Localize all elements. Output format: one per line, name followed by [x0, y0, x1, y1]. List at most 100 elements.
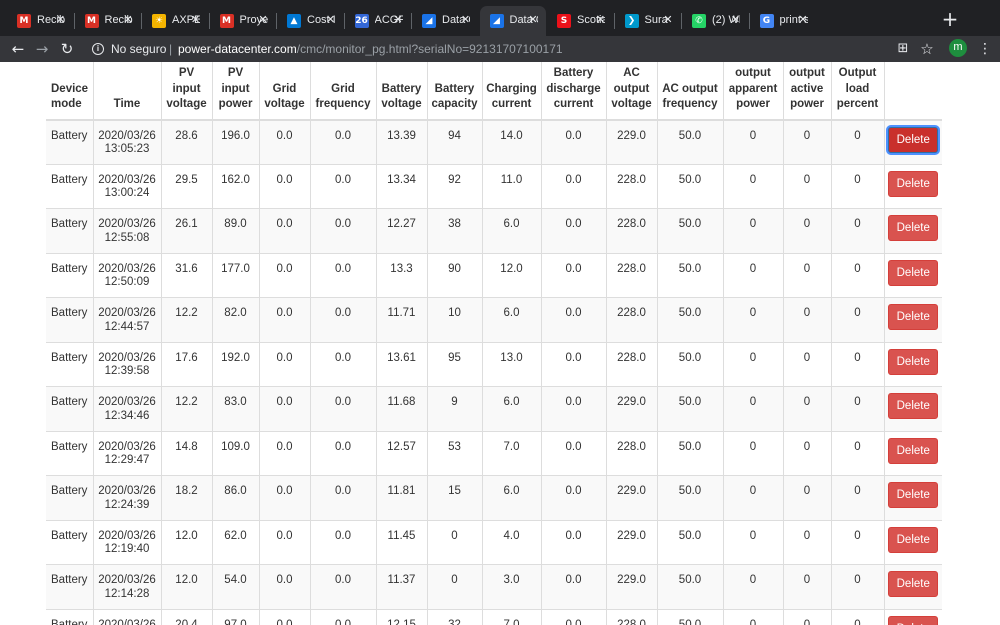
- tab-separator: [411, 13, 412, 29]
- delete-button[interactable]: Delete: [888, 126, 939, 153]
- close-icon[interactable]: ✕: [256, 13, 270, 27]
- scotia-icon: S: [557, 14, 571, 28]
- close-icon[interactable]: ✕: [729, 13, 743, 27]
- table-cell: 0.0: [258, 252, 310, 298]
- url-text[interactable]: power-datacenter.com/cmc/monitor_pg.html…: [178, 38, 563, 60]
- table-cell: 0: [830, 252, 884, 298]
- table-cell: 0: [722, 341, 783, 387]
- table-row: Battery 2020/03/26 12:39:58 17.6 192.0 0.0 0.…: [46, 341, 942, 387]
- table-cell: 0: [830, 341, 884, 387]
- table-cell: Battery: [46, 208, 93, 253]
- profile-avatar[interactable]: m: [949, 39, 967, 57]
- column-header: Charging current: [481, 62, 541, 121]
- delete-button[interactable]: Delete: [888, 393, 939, 419]
- table-cell: 2020/03/26 12:34:46: [92, 386, 161, 431]
- close-icon[interactable]: ✕: [459, 13, 473, 27]
- table-cell: 0: [782, 208, 831, 253]
- close-icon[interactable]: ✕: [661, 13, 675, 27]
- table-cell: 0: [830, 608, 884, 625]
- browser-tab[interactable]: ▲ Cost I ✕: [277, 6, 344, 36]
- table-cell: 38: [426, 208, 482, 253]
- address-bar[interactable]: i No seguro | power-datacenter.com/cmc/m…: [88, 38, 888, 60]
- browser-tab[interactable]: ☀AXPEF✕: [142, 6, 209, 36]
- browser-tab[interactable]: S Scotia ✕: [547, 6, 614, 36]
- browser-tab[interactable]: ◢Data C✕: [412, 6, 479, 36]
- table-cell: 0: [782, 252, 831, 298]
- table-cell: 228.0: [605, 252, 657, 298]
- tab-separator: [208, 13, 210, 29]
- table-cell: 12.2: [160, 297, 212, 342]
- table-header-row: Device mode Time PV input voltage PV input …: [46, 62, 942, 121]
- table-cell: 50.0: [656, 119, 723, 164]
- table-cell: 0.0: [309, 297, 376, 342]
- tab-separator: [276, 13, 277, 29]
- reload-icon[interactable]: ↻: [57, 39, 77, 59]
- close-icon[interactable]: ✕: [324, 13, 338, 27]
- bookmark-star-icon[interactable]: ☆: [917, 39, 937, 59]
- browser-tab[interactable]: MProyec✕: [210, 6, 277, 36]
- info-icon[interactable]: i: [92, 43, 104, 55]
- table-cell: 89.0: [211, 208, 259, 253]
- close-icon[interactable]: ✕: [796, 13, 810, 27]
- table-cell: 0: [426, 564, 482, 609]
- menu-kebab-icon[interactable]: ⋮: [975, 39, 995, 59]
- browser-tab-strip: + MRecibi✕MRecibi✕☀AXPEF✕MProyec✕▲Cost I…: [0, 0, 1000, 36]
- table-cell: 0.0: [309, 430, 376, 476]
- table-cell: 0.0: [309, 519, 376, 565]
- close-icon[interactable]: ✕: [121, 13, 135, 27]
- forward-arrow-icon[interactable]: →: [32, 39, 52, 59]
- table-cell: 228.0: [605, 208, 657, 253]
- table-cell: 2020/03/26 12:24:39: [92, 475, 161, 520]
- table-cell: 229.0: [605, 564, 657, 609]
- tab-separator: [681, 13, 682, 29]
- security-label[interactable]: No seguro: [111, 38, 166, 60]
- delete-button[interactable]: Delete: [888, 170, 939, 197]
- close-icon[interactable]: ✕: [391, 13, 405, 27]
- delete-button[interactable]: Delete: [888, 348, 939, 375]
- action-cell: Delete: [883, 297, 942, 342]
- browser-tab[interactable]: M Recibi ✕: [7, 6, 74, 36]
- delete-button[interactable]: Delete: [888, 615, 939, 625]
- close-icon[interactable]: ✕: [594, 13, 608, 27]
- browser-tab[interactable]: M Recibi ✕: [75, 6, 142, 36]
- table-cell: 31.6: [160, 252, 212, 298]
- delete-button[interactable]: Delete: [888, 437, 939, 464]
- page-content: Device mode Time PV input voltage PV input …: [0, 62, 1000, 625]
- table-cell: 2020/03/26 12:19:40: [92, 519, 161, 565]
- table-cell: Battery: [46, 386, 93, 431]
- browser-tab[interactable]: ✆(2) Wh✕: [682, 6, 749, 36]
- delete-button[interactable]: Delete: [888, 304, 939, 330]
- delete-button[interactable]: Delete: [888, 215, 939, 241]
- delete-button[interactable]: Delete: [888, 482, 939, 508]
- table-cell: 2020/03/26 13:05:23: [92, 119, 161, 164]
- back-arrow-icon[interactable]: ←: [8, 39, 28, 59]
- action-cell: Delete: [883, 430, 942, 476]
- table-cell: 7.0: [481, 430, 541, 476]
- browser-tab[interactable]: ❯ Sura ✕: [615, 6, 682, 36]
- browser-tab[interactable]: ◢Data C✕: [479, 6, 546, 36]
- translate-icon[interactable]: ⊞: [893, 39, 913, 59]
- browser-tab[interactable]: Gprint s ✕: [750, 6, 817, 36]
- table-cell: 0: [782, 475, 831, 520]
- table-row: Battery 2020/03/26 12:50:09 31.6 177.0 0.0 0.…: [46, 252, 942, 298]
- sura-icon: ❯: [624, 14, 639, 28]
- browser-tab[interactable]: 26 ACGP ✕: [345, 6, 412, 36]
- table-cell: 0: [830, 208, 884, 253]
- delete-button[interactable]: Delete: [888, 526, 939, 553]
- table-row: Battery 2020/03/26 20.4 97.0 0.0 0.0 12.15 32 7.…: [46, 608, 942, 625]
- table-cell: 94: [426, 119, 482, 164]
- table-cell: 0: [722, 519, 783, 565]
- table-cell: 62.0: [211, 519, 259, 565]
- table-cell: 0.0: [258, 341, 310, 387]
- close-icon[interactable]: ✕: [54, 13, 68, 27]
- close-icon[interactable]: ✕: [526, 13, 540, 27]
- table-cell: 50.0: [656, 252, 723, 298]
- new-tab-button[interactable]: +: [940, 9, 960, 29]
- table-cell: 18.2: [160, 475, 212, 520]
- delete-button[interactable]: Delete: [888, 571, 939, 597]
- table-cell: 0.0: [540, 564, 606, 609]
- close-icon[interactable]: ✕: [189, 13, 203, 27]
- delete-button[interactable]: Delete: [888, 259, 939, 286]
- table-cell: 12.27: [375, 208, 427, 253]
- table-cell: 0.0: [540, 341, 606, 387]
